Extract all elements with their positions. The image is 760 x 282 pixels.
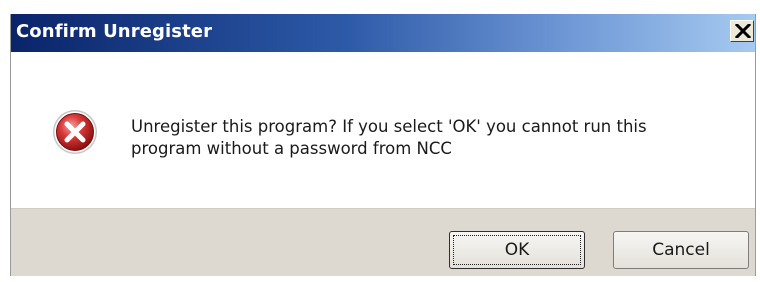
- close-icon: [735, 24, 751, 38]
- button-bar: OK Cancel: [11, 208, 755, 276]
- cancel-button[interactable]: Cancel: [613, 231, 749, 269]
- title-bar[interactable]: Confirm Unregister: [11, 14, 755, 52]
- message-area: Unregister this program? If you select '…: [11, 52, 755, 208]
- window-title: Confirm Unregister: [16, 21, 213, 42]
- message-line-1: Unregister this program? If you select '…: [131, 117, 647, 136]
- ok-button[interactable]: OK: [449, 231, 585, 269]
- close-button[interactable]: [730, 20, 754, 42]
- cancel-button-label: Cancel: [652, 240, 710, 260]
- error-icon: [53, 110, 97, 154]
- message-line-2: program without a password from NCC: [131, 139, 452, 158]
- confirm-unregister-dialog: Confirm Unregister Unregister this progr…: [10, 14, 756, 276]
- message-text: Unregister this program? If you select '…: [131, 116, 731, 160]
- focus-ring: [453, 235, 581, 265]
